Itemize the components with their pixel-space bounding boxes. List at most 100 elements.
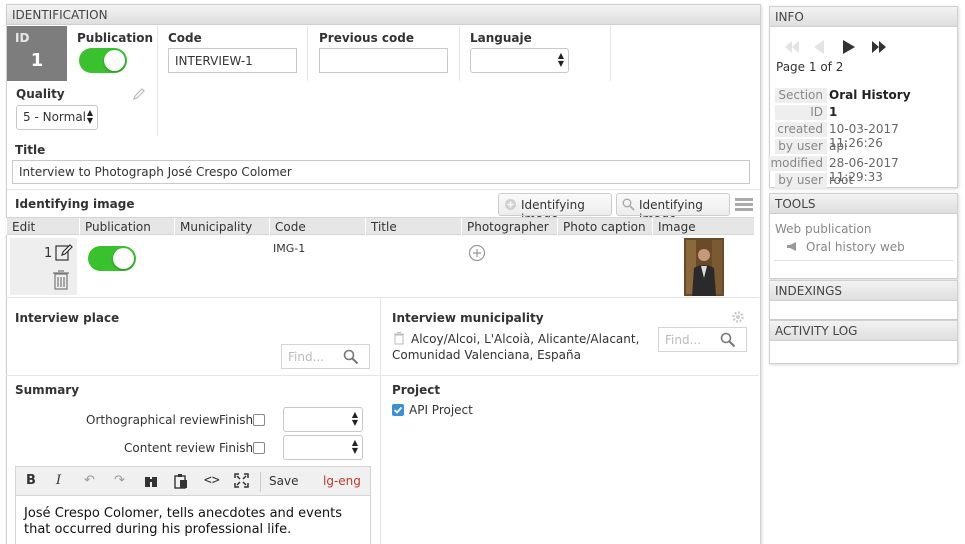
finish-label: Finish <box>219 413 254 427</box>
add-identifying-image-button[interactable]: Identifying image <box>498 193 612 226</box>
image-publication-toggle[interactable] <box>88 246 136 271</box>
indexings-panel[interactable]: INDEXINGS <box>769 280 958 320</box>
info-row-created-by: by user api <box>775 138 953 154</box>
prev-page-icon[interactable] <box>813 39 825 58</box>
col-image: Image <box>652 218 754 235</box>
info-key: by user <box>776 139 825 154</box>
identification-header: IDENTIFICATION <box>7 5 760 25</box>
language-select[interactable]: ▲ ▼ <box>470 48 569 73</box>
municipality-find[interactable]: Find... <box>658 327 747 352</box>
id-box: ID 1 <box>7 26 67 81</box>
bold-button[interactable]: B <box>26 473 36 488</box>
col-code: Code <box>269 218 365 235</box>
interview-municipality-label: Interview municipality <box>392 311 544 325</box>
search-icon <box>622 198 635 211</box>
info-key: ID <box>808 105 825 120</box>
add-circle-icon <box>504 198 517 211</box>
select-arrows-icon: ▲ ▼ <box>86 108 93 125</box>
info-value: root <box>829 173 854 187</box>
search-icon <box>343 349 359 368</box>
oral-history-web-link[interactable]: Oral history web <box>806 240 905 254</box>
col-municipality: Municipality <box>174 218 269 235</box>
title-label: Title <box>15 143 46 157</box>
quality-select[interactable]: 5 - Normal ▲ ▼ <box>16 105 98 130</box>
summary-editor[interactable]: José Crespo Colomer, tells anecdotes and… <box>15 496 371 544</box>
identifying-image-label: Identifying image <box>15 197 135 211</box>
publication-toggle[interactable] <box>79 48 127 73</box>
tools-header: TOOLS <box>770 194 957 214</box>
code-input[interactable]: INTERVIEW-1 <box>168 48 297 73</box>
id-value: 1 <box>30 50 44 71</box>
paste-icon[interactable] <box>174 474 188 493</box>
quality-value: 5 - Normal <box>23 110 87 124</box>
interview-place-find[interactable]: Find... <box>281 344 370 369</box>
info-key: by user <box>776 173 825 188</box>
info-row-modified-by: by user root <box>775 172 953 188</box>
language-label: Languaje <box>470 31 532 45</box>
undo-icon[interactable]: ↶ <box>84 473 95 488</box>
project-checkbox[interactable] <box>392 404 404 416</box>
col-photographer: Photographer <box>461 218 557 235</box>
activity-log-panel[interactable]: ACTIVITY LOG <box>769 320 958 364</box>
web-publication-label: Web publication <box>775 222 872 236</box>
gear-icon[interactable] <box>731 310 745 327</box>
image-grid-row: 1 IMG-1 <box>6 236 754 296</box>
megaphone-icon <box>786 241 799 255</box>
italic-button[interactable]: I <box>56 473 61 488</box>
quality-label: Quality <box>16 87 65 101</box>
edit-icon[interactable] <box>54 242 74 265</box>
municipality-value: Alcoy/Alcoi, L'Alcoià, Alicante/Alacant,… <box>392 332 640 362</box>
trash-icon[interactable] <box>53 270 69 293</box>
row-number: 1 <box>44 246 53 261</box>
activity-log-header[interactable]: ACTIVITY LOG <box>770 321 957 341</box>
id-label: ID <box>15 31 30 45</box>
tools-panel: TOOLS Web publication Oral history web <box>769 193 958 279</box>
pencil-icon[interactable] <box>132 87 146 104</box>
title-input[interactable]: Interview to Photograph José Crespo Colo… <box>12 160 750 184</box>
project-item: API Project <box>409 403 473 417</box>
col-edit: Edit <box>6 218 79 235</box>
info-value: Oral History <box>829 88 911 102</box>
editor-toolbar: B I ↶ ↷ <> Save lg-eng <box>15 466 371 496</box>
lang-button[interactable]: lg-eng <box>323 474 361 488</box>
content-review-select[interactable]: ▲ ▼ <box>283 435 363 460</box>
first-page-icon[interactable] <box>784 40 800 57</box>
add-photographer-icon[interactable] <box>468 244 486 265</box>
col-publication: Publication <box>79 218 174 235</box>
find-replace-icon[interactable] <box>144 474 158 492</box>
fullscreen-icon[interactable] <box>234 473 249 492</box>
code-view-icon[interactable]: <> <box>204 473 220 488</box>
orthographical-review-label: Orthographical review <box>86 413 220 427</box>
orthographical-finish-checkbox[interactable] <box>253 414 265 426</box>
select-arrows-icon: ▲ ▼ <box>351 438 358 455</box>
project-label: Project <box>392 383 441 397</box>
info-value: api <box>829 139 848 153</box>
next-page-icon[interactable] <box>842 39 856 58</box>
last-page-icon[interactable] <box>871 40 887 57</box>
col-photo-caption: Photo caption <box>557 218 652 235</box>
summary-label: Summary <box>15 383 80 397</box>
identifying-image-thumbnail[interactable] <box>652 238 754 296</box>
code-label: Code <box>168 31 202 45</box>
page-indicator: Page 1 of 2 <box>776 60 844 74</box>
info-header: INFO <box>770 7 957 27</box>
municipality-find-placeholder: Find... <box>665 333 702 347</box>
interview-place-find-placeholder: Find... <box>288 350 325 364</box>
info-row-section: Section Oral History <box>775 87 953 103</box>
redo-icon[interactable]: ↷ <box>114 473 125 488</box>
search-icon <box>720 332 736 351</box>
select-arrows-icon: ▲ ▼ <box>557 51 564 68</box>
save-button[interactable]: Save <box>269 474 298 488</box>
info-key: Section <box>776 88 825 103</box>
previous-code-label: Previous code <box>319 31 414 45</box>
orthographical-review-select[interactable]: ▲ ▼ <box>283 407 363 432</box>
search-identifying-image-button[interactable]: Identifying image <box>616 193 730 226</box>
info-row-created: created 10-03-2017 11:26:26 <box>775 121 953 150</box>
info-row-id: ID 1 <box>775 104 953 120</box>
image-code: IMG-1 <box>273 242 306 255</box>
indexings-header[interactable]: INDEXINGS <box>770 281 957 301</box>
image-grid-header: Edit Publication Municipality Code Title… <box>6 217 754 235</box>
content-finish-checkbox[interactable] <box>253 442 265 454</box>
list-menu-icon[interactable] <box>735 198 753 215</box>
previous-code-input[interactable] <box>319 48 448 73</box>
